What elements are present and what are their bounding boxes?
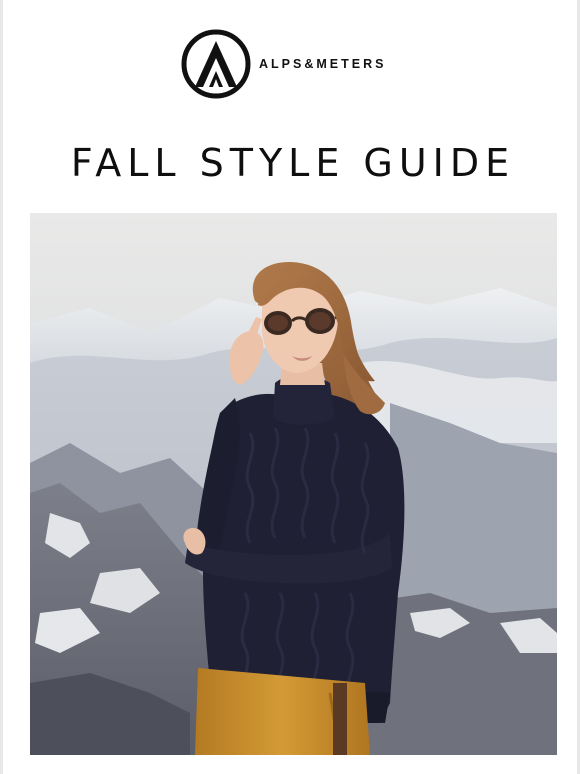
hero-image[interactable] [30, 213, 557, 755]
alps-peak-logo-icon [181, 29, 251, 99]
page-title: FALL STYLE GUIDE [70, 141, 516, 185]
brand-header[interactable]: ALPS&METERS [181, 28, 386, 100]
email-page: ALPS&METERS FALL STYLE GUIDE [0, 0, 580, 774]
hero-photo [30, 213, 557, 755]
brand-name: ALPS&METERS [259, 57, 387, 71]
